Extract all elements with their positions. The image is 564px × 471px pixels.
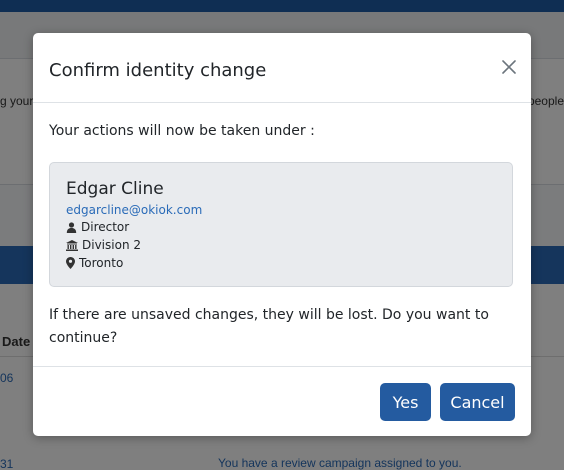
intro-text: Your actions will now be taken under : [49,121,315,139]
cancel-button[interactable]: Cancel [440,383,515,421]
unsaved-changes-warning: If there are unsaved changes, they will … [49,307,489,346]
user-role-row: Director [66,220,129,234]
close-icon [502,60,516,74]
user-division-row: Division 2 [66,238,141,252]
user-email: edgarcline@okiok.com [66,203,203,217]
identity-card: Edgar Cline edgarcline@okiok.com Directo… [49,162,513,287]
user-icon [66,221,77,233]
user-name: Edgar Cline [66,179,164,199]
user-location: Toronto [79,256,124,270]
confirm-identity-dialog: Confirm identity change Your actions wil… [33,33,531,436]
user-location-row: Toronto [66,256,123,270]
intro-label: Your actions will now be taken under : [49,123,315,139]
yes-button[interactable]: Yes [380,383,431,421]
institution-icon [66,239,78,251]
user-role: Director [81,220,130,234]
user-division: Division 2 [82,238,141,252]
close-button[interactable] [499,57,519,77]
map-marker-icon [66,257,75,269]
modal-header: Confirm identity change [33,33,531,103]
modal-footer: Yes Cancel [33,366,531,436]
modal-title: Confirm identity change [49,60,267,81]
